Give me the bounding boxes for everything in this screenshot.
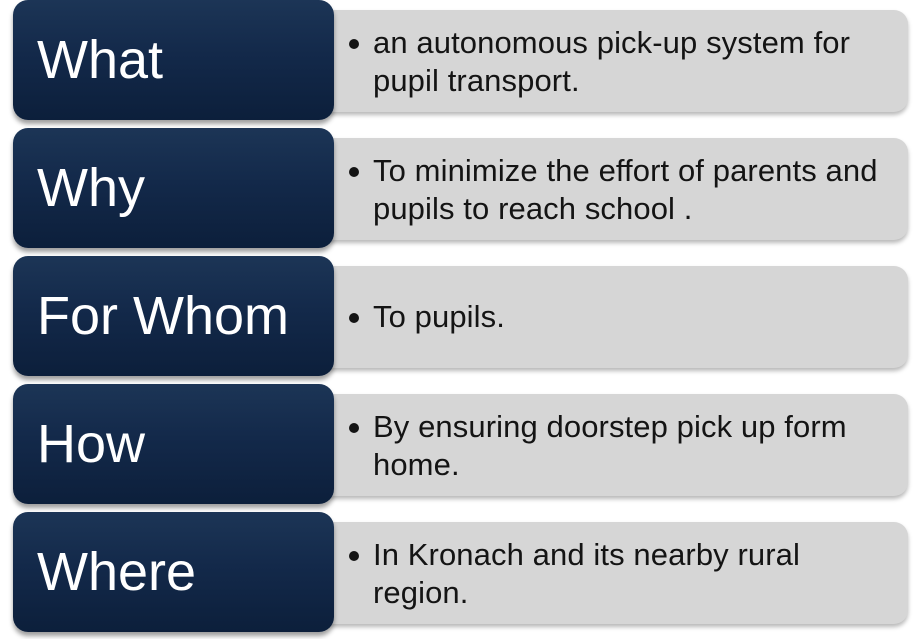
detail-box-for-whom: To pupils.	[318, 266, 908, 368]
label-what: What	[37, 30, 164, 90]
detail-box-what: an autonomous pick-up system for pupil t…	[318, 10, 908, 112]
label-box-where: Where	[13, 512, 334, 632]
detail-text-what: an autonomous pick-up system for pupil t…	[349, 24, 888, 100]
detail-box-why: To minimize the effort of parents and pu…	[318, 138, 908, 240]
detail-box-where: In Kronach and its nearby rural region.	[318, 522, 908, 624]
row-what: an autonomous pick-up system for pupil t…	[0, 0, 913, 124]
label-box-what: What	[13, 0, 334, 120]
detail-text-why: To minimize the effort of parents and pu…	[349, 152, 888, 228]
detail-box-how: By ensuring doorstep pick up form home.	[318, 394, 908, 496]
detail-text-how: By ensuring doorstep pick up form home.	[349, 408, 888, 484]
row-where: In Kronach and its nearby rural region. …	[0, 512, 913, 636]
row-why: To minimize the effort of parents and pu…	[0, 128, 913, 252]
row-how: By ensuring doorstep pick up form home. …	[0, 384, 913, 508]
label-where: Where	[37, 542, 197, 602]
label-box-for-whom: For Whom	[13, 256, 334, 376]
label-box-how: How	[13, 384, 334, 504]
label-for-whom: For Whom	[37, 286, 290, 346]
label-why: Why	[37, 158, 145, 218]
detail-text-for-whom: To pupils.	[349, 299, 505, 334]
label-box-why: Why	[13, 128, 334, 248]
detail-text-where: In Kronach and its nearby rural region.	[349, 536, 888, 612]
label-how: How	[37, 414, 146, 474]
row-for-whom: To pupils. For Whom	[0, 256, 913, 380]
